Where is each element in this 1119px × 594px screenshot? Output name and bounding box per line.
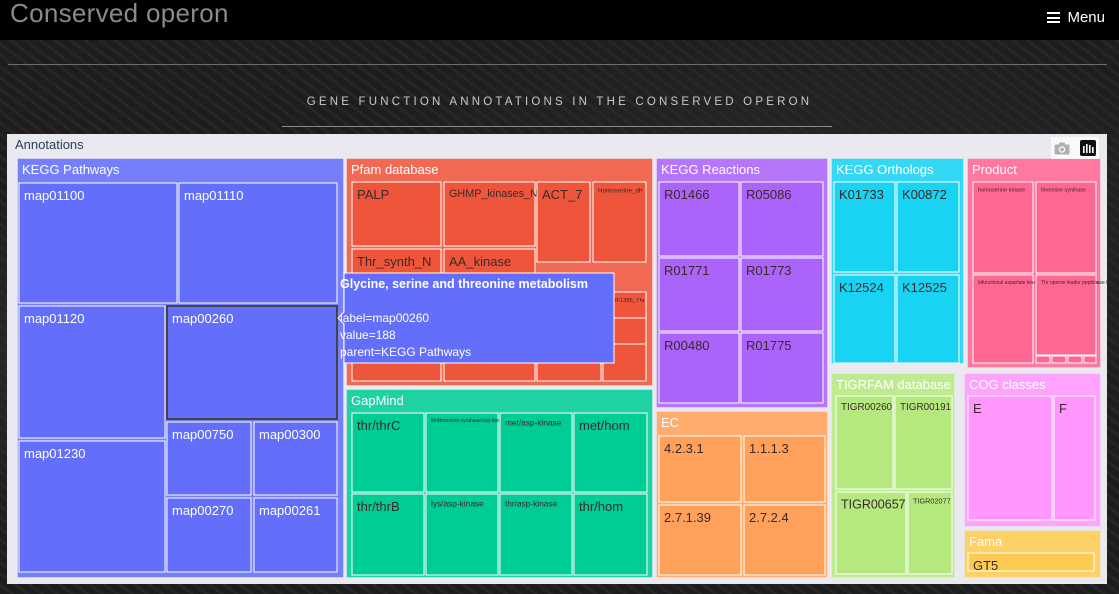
treemap-plot: KEGG Pathways map01100 map01110 map01120 map… (7, 134, 1107, 584)
camera-icon[interactable] (1051, 137, 1073, 159)
treemap-leaf-label: map01110 (184, 188, 244, 203)
treemap-leaf-label: Homoserine_dh (598, 187, 643, 194)
tooltip-parent-line: parent=KEGG Pathways (340, 345, 471, 359)
treemap-group-label: Product (972, 162, 1017, 177)
treemap-leaf-label: thr/thrC (357, 418, 400, 433)
treemap-leaf-label: K12525 (902, 280, 947, 295)
treemap-svg: KEGG Pathways map01100 map01110 map01120 map… (7, 134, 1107, 584)
treemap-leaf[interactable] (1035, 274, 1097, 356)
plot-modebar (1051, 137, 1099, 159)
treemap-group-label: KEGG Orthologs (836, 162, 934, 177)
plotly-logo-icon[interactable] (1077, 137, 1099, 159)
treemap-leaf-label: TIGR02077 (913, 496, 951, 505)
treemap-leaf-label: R01775 (746, 338, 792, 353)
treemap-leaf[interactable] (972, 274, 1034, 364)
top-navbar: Conserved operon Menu (0, 0, 1119, 40)
treemap-leaf-label: PALP (357, 187, 389, 202)
treemap-leaf[interactable] (425, 412, 499, 493)
treemap-leaf-label: Thr_synth_N (357, 254, 431, 269)
divider-line (8, 64, 1107, 65)
treemap-leaf-label: TIGR00657 (841, 498, 906, 512)
treemap-leaf-label: TIGR00191 (900, 402, 952, 413)
treemap-leaf-label: K00872 (902, 187, 947, 202)
treemap-leaf-label: thr/thrB (357, 499, 400, 514)
treemap-leaf-label: 2.7.2.4 (749, 510, 789, 525)
treemap-leaf[interactable] (1035, 181, 1097, 274)
treemap-leaf-label: map00270 (172, 503, 233, 518)
treemap-leaf-label: R01466 (664, 187, 710, 202)
treemap-leaf-label: thr/asp-kinase (505, 498, 557, 508)
treemap-group[interactable]: TIGRFAM database TIGR00260 TIGR00191 TIGR00… (830, 372, 956, 579)
treemap-leaf[interactable] (1035, 355, 1051, 364)
treemap-leaf-label: Thr operon leader peptide (1041, 280, 1099, 286)
treemap-leaf-label: thr/hom (579, 499, 623, 514)
treemap-leaf-label: met/asp-kinase (505, 417, 562, 427)
treemap-leaf[interactable] (1067, 355, 1083, 364)
treemap-leaf-label: map00260 (172, 311, 233, 326)
treemap-leaf-label: map00750 (172, 427, 233, 442)
treemap-leaf-label: map01230 (24, 446, 85, 461)
section-subtitle: GENE FUNCTION ANNOTATIONS IN THE CONSERV… (306, 96, 813, 108)
treemap-group-label: KEGG Reactions (661, 162, 760, 177)
treemap-group[interactable]: KEGG Orthologs K01733 K00872 K12524 K12525 (830, 157, 965, 365)
tooltip-label-line: label=map00260 (340, 311, 429, 325)
treemap-leaf-label: GHMP_kinases_N (449, 188, 538, 200)
treemap-leaf-label: 2.7.1.39 (664, 510, 711, 525)
treemap-leaf-label: R01773 (746, 263, 792, 278)
subtitle-underline (282, 126, 832, 127)
treemap-leaf[interactable] (972, 181, 1034, 274)
treemap-leaf[interactable] (1051, 355, 1067, 364)
site-title[interactable]: Conserved operon (10, 0, 229, 29)
treemap-group[interactable]: KEGG Reactions R01466 R05086 R01771 R01773 R0… (655, 157, 829, 409)
treemap-leaf-label: map01120 (24, 311, 84, 326)
treemap-group[interactable]: COG classes E F (963, 372, 1102, 528)
treemap-leaf-label: GT5 (973, 558, 998, 573)
treemap-leaf-label: E (973, 401, 982, 416)
tooltip-value-line: value=188 (340, 328, 396, 342)
treemap-leaf-label: K12524 (839, 280, 884, 295)
treemap-leaf-label: lys/asp-kinase (431, 498, 484, 508)
treemap-leaf-label: homoserine kinase (978, 188, 1025, 194)
treemap-leaf-label: AA_kinase (449, 254, 511, 269)
treemap-group-label: GapMind (351, 393, 404, 408)
treemap-group-label: Pfam database (351, 162, 438, 177)
treemap-leaf-label: map00300 (259, 427, 320, 442)
treemap-leaf-label: 1.1.1.3 (749, 441, 789, 456)
treemap-group-label: EC (661, 415, 679, 430)
treemap-leaf-label: thr/threonine-synthase/asp-kinase (431, 418, 507, 424)
treemap-leaf-label: R01771 (664, 263, 710, 278)
treemap-leaf-label: met/hom (579, 418, 630, 433)
treemap-leaf-label: F (1059, 401, 1067, 416)
menu-button[interactable]: Menu (1047, 9, 1105, 26)
treemap-group-label: COG classes (969, 377, 1046, 392)
treemap-group-label: KEGG Pathways (22, 162, 120, 177)
treemap-hover-tooltip: Glycine, serine and threonine metabolism… (337, 272, 615, 364)
treemap-group[interactable]: Product homoserine kinase threonine syntha… (966, 157, 1107, 369)
tooltip-title: Glycine, serine and threonine metabolism (340, 277, 588, 291)
treemap-group[interactable]: EC 4.2.3.1 1.1.1.3 2.7.1.39 2.7.2.4 (655, 410, 829, 579)
treemap-leaf-label: ACT_7 (542, 187, 582, 202)
treemap-leaf-label: K01733 (839, 187, 884, 202)
treemap-leaf-label: R00480 (664, 338, 710, 353)
treemap-group-label: Fama (969, 534, 1003, 549)
treemap-group[interactable]: Fama GT5 (963, 529, 1102, 579)
treemap-leaf-label: TIGR00260 (841, 402, 893, 413)
treemap-leaf-label: map01100 (24, 188, 84, 203)
treemap-leaf-label: map00261 (259, 503, 320, 518)
treemap-leaf-label: threonine synthase (1041, 187, 1086, 193)
treemap-group[interactable]: KEGG Pathways map01100 map01110 map01120 map… (16, 157, 345, 579)
treemap-leaf-label: R05086 (746, 187, 792, 202)
treemap-leaf-label: 4.2.3.1 (664, 441, 704, 456)
treemap-root-label[interactable]: Annotations (15, 137, 84, 152)
hamburger-icon (1047, 12, 1061, 23)
menu-label: Menu (1067, 9, 1105, 26)
treemap-group-label: TIGRFAM database (836, 377, 951, 392)
treemap-group[interactable]: GapMind thr/thrC thr/threonine-synthase/as… (345, 388, 654, 579)
treemap-leaf[interactable] (1083, 355, 1097, 364)
